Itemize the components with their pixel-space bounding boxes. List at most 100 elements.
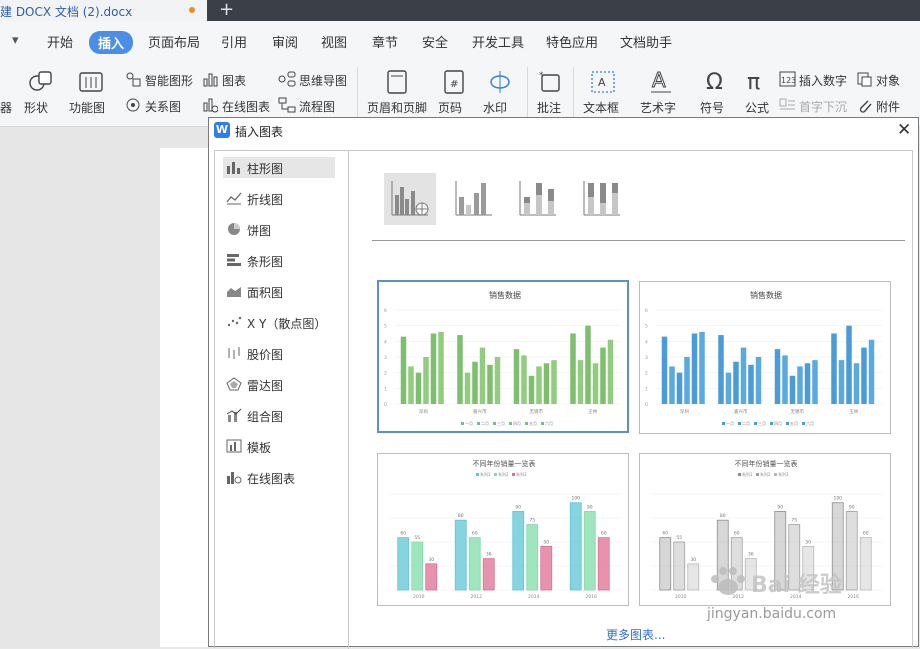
art-text-button[interactable]: 艺术字 xyxy=(640,99,676,116)
shape-button[interactable]: 形状 xyxy=(24,99,48,116)
chart-type-label: 饼图 xyxy=(247,224,272,238)
x-tick-label: 2012 xyxy=(471,594,483,600)
chart-type-label: 在线图表 xyxy=(247,472,296,486)
legend-swatch xyxy=(738,473,741,476)
symbol-icon: Ω xyxy=(706,70,723,95)
comment-icon: * xyxy=(539,71,560,92)
chart-button[interactable]: 图表 xyxy=(222,72,246,89)
insert-number-button[interactable]: 插入数字 xyxy=(799,72,847,89)
y-tick-label: 2 xyxy=(645,371,648,377)
chart-bar xyxy=(411,541,424,591)
document-tab-label: 建 DOCX 文档 (2).docx xyxy=(0,5,133,19)
menu-doc-assistant[interactable]: 文档助手 xyxy=(620,32,672,51)
menu-developer[interactable]: 开发工具 xyxy=(472,32,524,51)
template-card-3[interactable]: 不同年份销量一览表 系列1 系列2 系列3 60 55 30 2010 80 60 36 2012 90… xyxy=(639,453,891,606)
chart-type-line[interactable]: 折线图 xyxy=(223,188,335,209)
chart-bar xyxy=(521,355,527,404)
legend-label: 一月 xyxy=(726,421,734,426)
menu-special-apps[interactable]: 特色应用 xyxy=(546,32,598,51)
template-title: 销售数据 xyxy=(489,290,521,300)
menu-review[interactable]: 审阅 xyxy=(272,32,298,51)
chart-bar xyxy=(725,372,732,404)
flowchart-button[interactable]: 流程图 xyxy=(299,98,335,115)
chart-type-label: 条形图 xyxy=(247,255,284,269)
symbol-button[interactable]: 符号 xyxy=(700,99,724,116)
comment-button[interactable]: 批注 xyxy=(537,99,561,116)
menu-references[interactable]: 引用 xyxy=(221,32,247,51)
chart-type-bar[interactable]: 条形图 xyxy=(223,250,335,271)
template-card-0[interactable]: 销售数据 6 5 4 3 2 1 0 深圳 嘉兴市 无锡市 王林 一月 二月 三月 四月 五月 六月 xyxy=(377,280,629,433)
chart-bar xyxy=(540,545,553,591)
watermark-url: jingyan.baidu.com xyxy=(707,606,837,622)
menu-security[interactable]: 安全 xyxy=(422,32,448,51)
subtype-column-2[interactable] xyxy=(448,173,500,225)
close-button[interactable]: ✕ xyxy=(897,120,911,140)
watermark-button[interactable]: 水印 xyxy=(483,99,507,116)
legend-swatch xyxy=(525,422,528,425)
template-card-1[interactable]: 销售数据 6 5 4 3 2 1 0 深圳 嘉兴市 无锡市 王林 一月 二月 三月 四月 五月 六月 xyxy=(639,281,891,434)
chart-type-area[interactable]: 面积图 xyxy=(223,281,335,302)
chart-type-column[interactable]: 柱形图 xyxy=(223,157,335,178)
menu-insert[interactable]: 插入 xyxy=(89,31,134,54)
formula-button[interactable]: 公式 xyxy=(745,99,769,116)
x-tick-label: 2016 xyxy=(586,594,598,600)
page-number-button[interactable]: 页码 xyxy=(438,99,462,116)
menu-home[interactable]: 开始 xyxy=(47,32,73,51)
chart-type-scatter[interactable]: X Y（散点图） xyxy=(223,312,335,333)
textbox-button[interactable]: 文本框 xyxy=(583,99,619,116)
dialog-title-bar[interactable]: W 插入图表 ✕ xyxy=(209,118,918,142)
drop-cap-button[interactable]: 首字下沉 xyxy=(799,98,847,115)
function-chart-button[interactable]: 功能图 xyxy=(69,99,105,116)
legend-swatch xyxy=(541,422,544,425)
subtype-stacked-column[interactable] xyxy=(512,173,564,225)
attachment-button[interactable]: 附件 xyxy=(876,98,900,115)
chart-bar xyxy=(513,349,520,404)
subtype-percent-stacked-column[interactable] xyxy=(576,173,628,225)
chart-bar xyxy=(687,563,700,591)
quick-access-chevron-icon[interactable]: ▾ xyxy=(12,33,19,48)
template-card-2[interactable]: 不同年份销量一览表 系列1 系列2 系列3 60 55 30 2010 80 60 36 2012 90… xyxy=(377,453,629,606)
data-label: 100 xyxy=(833,496,842,502)
chart-bar xyxy=(676,372,683,404)
template-preview-yearly-gray: 不同年份销量一览表系列1 系列2 系列3 60 55 30 2010 80 60 36 2012 90… xyxy=(652,459,882,600)
legend-label: 系列1 xyxy=(480,471,491,477)
menu-section[interactable]: 章节 xyxy=(372,32,398,51)
online-chart-button[interactable]: 在线图表 xyxy=(222,98,270,115)
chart-bar xyxy=(861,347,867,404)
mind-map-button[interactable]: 思维导图 xyxy=(299,72,347,89)
subtype-clustered-column[interactable] xyxy=(384,173,436,225)
svg-text:A: A xyxy=(598,76,606,89)
chart-type-combo[interactable]: 组合图 xyxy=(223,405,335,426)
watermark-icon xyxy=(490,71,510,93)
data-label: 60 xyxy=(662,531,668,537)
chart-type-radar[interactable]: 雷达图 xyxy=(223,374,335,395)
chart-bar xyxy=(597,537,610,591)
header-footer-button[interactable]: 页眉和页脚 xyxy=(367,99,427,116)
smart-graphic-button[interactable]: 智能图形 xyxy=(145,72,193,89)
menu-view[interactable]: 视图 xyxy=(321,32,347,51)
chart-type-template[interactable]: 模板 xyxy=(223,436,335,457)
new-tab-button[interactable]: + xyxy=(219,0,234,20)
more-charts-link[interactable]: 更多图表... xyxy=(606,626,665,643)
chart-type-stock[interactable]: 股价图 xyxy=(223,343,335,364)
chart-bar xyxy=(592,363,599,404)
chart-bar xyxy=(400,336,407,404)
chart-bar xyxy=(551,360,557,404)
legend-swatch xyxy=(802,422,805,425)
chart-type-pie[interactable]: 饼图 xyxy=(223,219,335,240)
chart-bar xyxy=(744,558,757,591)
x-tick-label: 2012 xyxy=(733,594,745,600)
legend-swatch xyxy=(476,473,479,476)
chart-bar xyxy=(526,524,539,591)
data-label: 60 xyxy=(734,531,740,537)
document-tab[interactable]: 建 DOCX 文档 (2).docx xyxy=(0,0,207,21)
relation-chart-button[interactable]: 关系图 xyxy=(145,98,181,115)
chart-type-online[interactable]: 在线图表 xyxy=(223,467,335,488)
ribbon-cut-label[interactable]: 器 xyxy=(0,99,12,116)
template-title: 不同年份销量一览表 xyxy=(473,459,536,468)
formula-icon: π xyxy=(747,70,760,95)
template-title: 不同年份销量一览表 xyxy=(735,459,798,468)
chart-icon xyxy=(203,73,218,87)
object-button[interactable]: 对象 xyxy=(876,72,900,89)
menu-page-layout[interactable]: 页面布局 xyxy=(148,32,200,51)
